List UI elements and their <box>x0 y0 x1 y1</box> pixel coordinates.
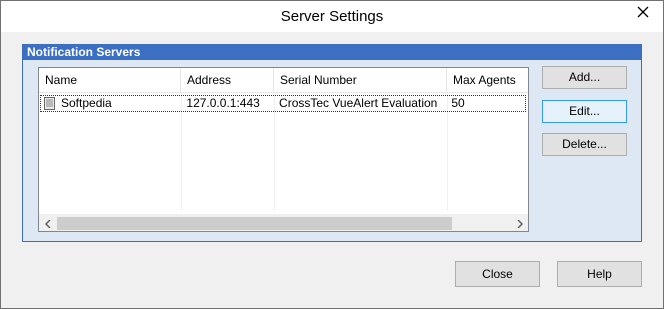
scroll-right-button[interactable] <box>511 215 528 231</box>
server-name: Softpedia <box>61 96 112 110</box>
column-header-serial-number[interactable]: Serial Number <box>274 68 447 93</box>
window-title: Server Settings <box>280 8 384 25</box>
close-button[interactable]: Close <box>455 261 540 287</box>
add-button[interactable]: Add... <box>542 66 627 89</box>
chevron-left-icon <box>44 219 51 228</box>
cell-address: 127.0.0.1:443 <box>186 96 260 110</box>
chevron-right-icon <box>516 219 523 228</box>
cell-name: Softpedia <box>41 96 181 111</box>
notification-servers-group: Notification Servers Name Address Serial… <box>22 44 642 242</box>
column-header-name[interactable]: Name <box>39 68 181 93</box>
close-icon <box>637 6 649 18</box>
help-button[interactable]: Help <box>557 261 642 287</box>
table-row[interactable]: Softpedia 127.0.0.1:443 CrossTec VueAler… <box>40 95 526 112</box>
server-icon <box>44 97 55 110</box>
scroll-left-button[interactable] <box>39 215 56 231</box>
cell-serial-number: CrossTec VueAlert Evaluation <box>279 96 438 110</box>
list-body: Softpedia 127.0.0.1:443 CrossTec VueAler… <box>39 93 528 211</box>
column-header-address[interactable]: Address <box>181 68 274 93</box>
servers-listview[interactable]: Name Address Serial Number Max Agents So… <box>38 67 529 232</box>
window-close-button[interactable] <box>630 2 656 22</box>
cell-max-agents: 50 <box>451 96 465 110</box>
scrollbar-thumb[interactable] <box>57 217 452 230</box>
list-header: Name Address Serial Number Max Agents <box>39 68 528 93</box>
column-header-max-agents[interactable]: Max Agents <box>447 68 528 93</box>
edit-button[interactable]: Edit... <box>542 100 627 123</box>
server-settings-dialog: Server Settings Notification Servers Nam… <box>0 0 664 309</box>
group-header: Notification Servers <box>23 45 641 60</box>
delete-button[interactable]: Delete... <box>542 133 627 156</box>
horizontal-scrollbar[interactable] <box>39 214 528 231</box>
title-bar[interactable]: Server Settings <box>1 1 663 32</box>
